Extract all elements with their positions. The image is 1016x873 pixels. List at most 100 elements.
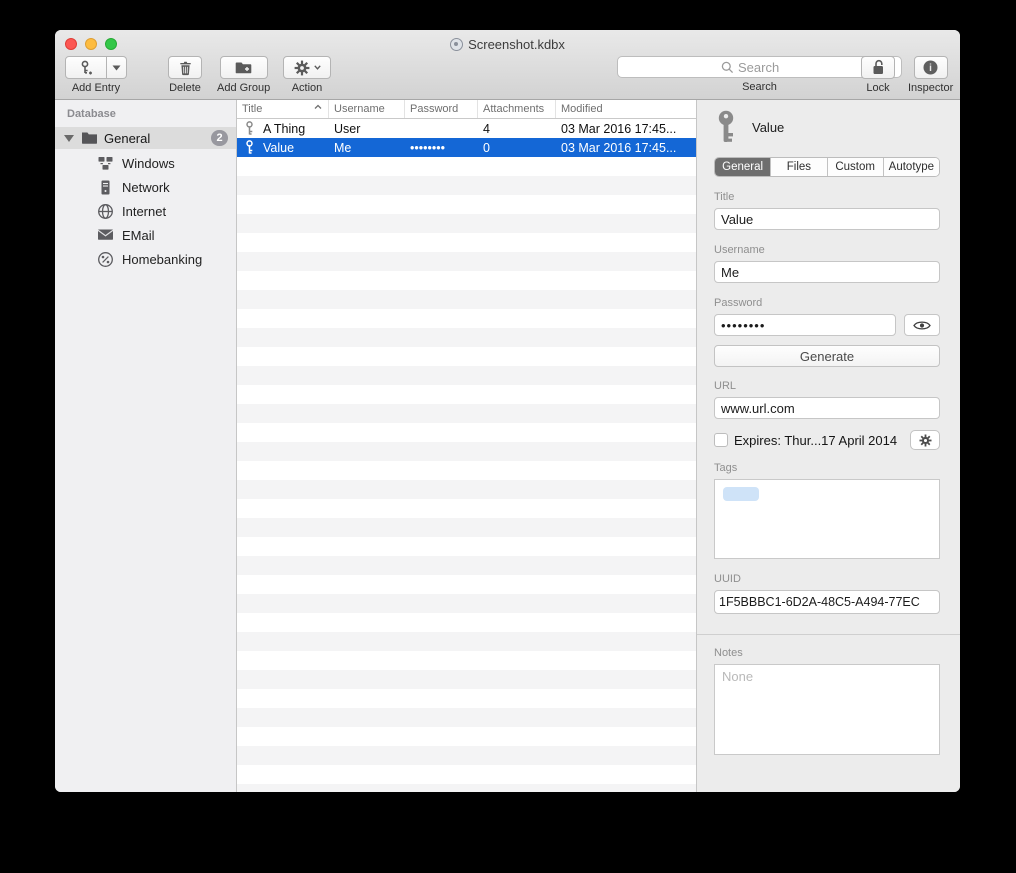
tab-general[interactable]: General (715, 158, 771, 176)
expires-checkbox[interactable] (714, 433, 728, 447)
open-padlock-icon (871, 59, 886, 76)
expires-label: Expires: Thur...17 April 2014 (734, 433, 897, 448)
entry-password: •••••••• (405, 141, 478, 155)
add-group-label: Add Group (217, 82, 270, 94)
envelope-icon (97, 227, 114, 244)
action-toolbar-item: Action (283, 56, 331, 94)
empty-rows-area (237, 157, 696, 792)
entry-list: Title Username Password Attachments Modi… (237, 100, 696, 792)
add-entry-dropdown-button[interactable] (107, 56, 127, 79)
sidebar-item-windows[interactable]: Windows (55, 151, 236, 175)
inspector-label: Inspector (908, 82, 953, 94)
entry-attachments: 0 (478, 141, 556, 155)
sidebar-group-list: Windows Network (55, 151, 236, 271)
trash-icon (178, 60, 193, 76)
tags-field[interactable] (714, 479, 940, 559)
key-icon (244, 140, 255, 155)
expires-options-button[interactable] (910, 430, 940, 450)
gear-icon (294, 60, 310, 76)
uuid-field[interactable] (714, 590, 940, 614)
info-circle-icon: i (923, 60, 938, 75)
table-row[interactable]: A Thing User 4 03 Mar 2016 17:45... (237, 119, 696, 138)
sidebar: Database General 2 (55, 100, 237, 792)
notes-section: Notes (697, 634, 960, 760)
toolbar: Add Entry Delete (55, 56, 960, 100)
key-icon (244, 121, 255, 136)
expires-row: Expires: Thur...17 April 2014 (714, 429, 940, 451)
entry-count-badge: 2 (211, 130, 228, 146)
add-entry-label: Add Entry (72, 82, 120, 94)
window-title: Screenshot.kdbx (468, 37, 565, 52)
key-icon (714, 110, 738, 144)
window-title-area: Screenshot.kdbx (55, 36, 960, 52)
search-input[interactable] (738, 60, 798, 75)
search-field[interactable] (617, 56, 902, 78)
tags-field-label: Tags (714, 462, 940, 474)
title-field[interactable] (714, 208, 940, 230)
sidebar-item-internet[interactable]: Internet (55, 199, 236, 223)
action-label: Action (292, 82, 323, 94)
inspector-toolbar-item: i Inspector (908, 56, 953, 94)
sidebar-item-general[interactable]: General 2 (55, 127, 236, 149)
entry-title: Value (263, 141, 294, 155)
add-entry-button[interactable] (65, 56, 107, 79)
username-field[interactable] (714, 261, 940, 283)
uuid-field-label: UUID (714, 573, 940, 585)
add-group-toolbar-item: Add Group (217, 56, 270, 94)
disclosure-triangle-icon[interactable] (64, 135, 74, 142)
folder-plus-icon (235, 60, 252, 75)
tab-custom[interactable]: Custom (828, 158, 884, 176)
delete-label: Delete (169, 82, 201, 94)
entry-modified: 03 Mar 2016 17:45... (556, 122, 696, 136)
eye-icon (913, 320, 931, 331)
tab-files[interactable]: Files (771, 158, 827, 176)
app-window: Screenshot.kdbx (55, 30, 960, 792)
chevron-down-icon (314, 65, 321, 70)
search-label: Search (742, 81, 777, 93)
gear-icon (919, 434, 932, 447)
chevron-down-icon (112, 65, 121, 71)
column-header-title[interactable]: Title (237, 100, 329, 118)
notes-field[interactable] (714, 664, 940, 755)
lock-button[interactable] (861, 56, 895, 79)
delete-button[interactable] (168, 56, 202, 79)
generate-password-button[interactable]: Generate (714, 345, 940, 367)
url-field[interactable] (714, 397, 940, 419)
key-plus-icon (78, 60, 94, 76)
sidebar-item-label: Homebanking (122, 252, 202, 267)
url-field-label: URL (714, 380, 940, 392)
add-entry-toolbar-item: Add Entry (65, 56, 127, 94)
sort-ascending-icon (314, 104, 322, 110)
column-header-attachments[interactable]: Attachments (478, 100, 556, 118)
folder-icon (81, 130, 98, 147)
password-field[interactable] (714, 314, 896, 336)
lock-label: Lock (866, 82, 889, 94)
entry-username: User (329, 122, 405, 136)
sidebar-item-email[interactable]: EMail (55, 223, 236, 247)
sidebar-section-header: Database (67, 108, 116, 120)
svg-text:i: i (929, 63, 932, 74)
tag-token[interactable] (723, 487, 759, 501)
windows-workgroup-icon (97, 155, 114, 172)
add-group-button[interactable] (220, 56, 268, 79)
entry-title: A Thing (263, 122, 305, 136)
sidebar-item-homebanking[interactable]: Homebanking (55, 247, 236, 271)
tab-autotype[interactable]: Autotype (884, 158, 939, 176)
table-row-selected[interactable]: Value Me •••••••• 0 03 Mar 2016 17:45... (237, 138, 696, 157)
inspector-panel: Value General Files Custom Autotype Titl… (696, 100, 960, 792)
column-header-username[interactable]: Username (329, 100, 405, 118)
server-icon (97, 179, 114, 196)
sidebar-item-label: Internet (122, 204, 166, 219)
main-content: Database General 2 (55, 100, 960, 792)
action-button[interactable] (283, 56, 331, 79)
reveal-password-button[interactable] (904, 314, 940, 336)
entry-username: Me (329, 141, 405, 155)
globe-icon (97, 203, 114, 220)
column-header-password[interactable]: Password (405, 100, 478, 118)
inspector-button[interactable]: i (914, 56, 948, 79)
sidebar-item-network[interactable]: Network (55, 175, 236, 199)
sidebar-item-label: EMail (122, 228, 155, 243)
column-header-modified[interactable]: Modified (556, 100, 696, 118)
title-field-label: Title (714, 191, 940, 203)
delete-toolbar-item: Delete (168, 56, 202, 94)
